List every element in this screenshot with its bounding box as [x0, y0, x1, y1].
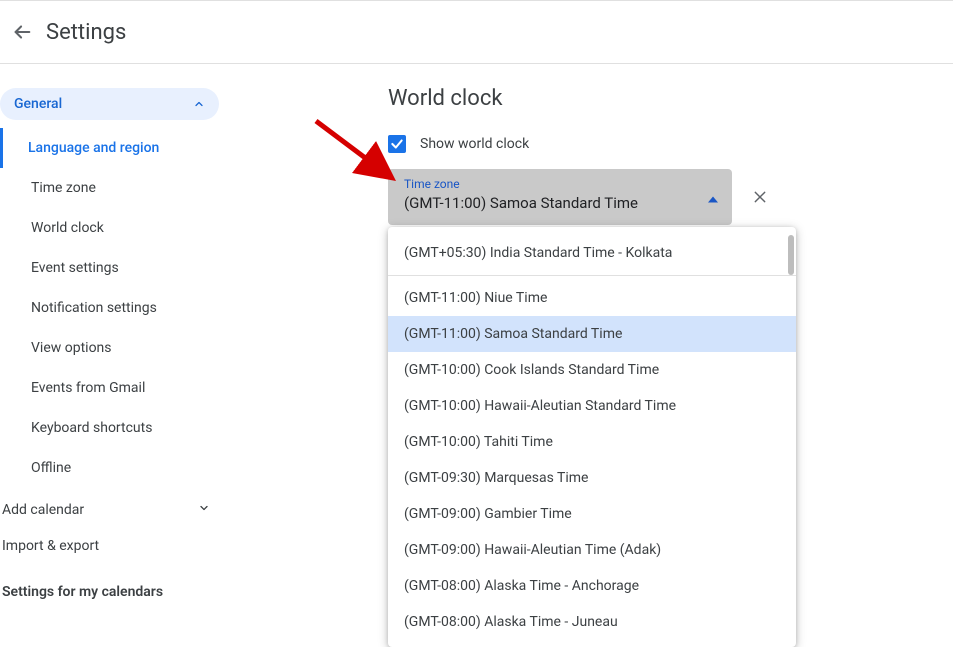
sidebar-item-keyboard-shortcuts[interactable]: Keyboard shortcuts — [0, 408, 222, 448]
menu-item[interactable]: (GMT-09:00) Gambier Time — [388, 496, 796, 532]
menu-item[interactable]: (GMT-09:00) Hawaii-Aleutian Time (Adak) — [388, 532, 796, 568]
sidebar-item-world-clock[interactable]: World clock — [0, 208, 222, 248]
topbar: Settings — [0, 0, 953, 64]
checkbox-label: Show world clock — [420, 136, 529, 152]
menu-item[interactable]: (GMT-11:00) Samoa Standard Time — [388, 316, 796, 352]
timezone-menu: (GMT+05:30) India Standard Time - Kolkat… — [388, 227, 796, 647]
sidebar-item-offline[interactable]: Offline — [0, 448, 222, 488]
arrow-left-icon — [11, 21, 33, 43]
menu-item[interactable]: (GMT-08:00) Alaska Time - Juneau — [388, 604, 796, 640]
sidebar-list: Language and region Time zone World cloc… — [0, 128, 222, 488]
menu-item[interactable]: (GMT-09:30) Marquesas Time — [388, 460, 796, 496]
menu-item[interactable]: (GMT-08:00) Alaska Time - Anchorage — [388, 568, 796, 604]
sidebar-item-notification-settings[interactable]: Notification settings — [0, 288, 222, 328]
scrollbar-thumb[interactable] — [788, 235, 794, 275]
sidebar-item-time-zone[interactable]: Time zone — [0, 168, 222, 208]
dropdown-float-label: Time zone — [404, 177, 692, 191]
sidebar-chip-general[interactable]: General — [0, 88, 219, 120]
chevron-down-icon — [198, 502, 210, 518]
sidebar-item-events-from-gmail[interactable]: Events from Gmail — [0, 368, 222, 408]
page-title: Settings — [46, 20, 126, 45]
close-icon — [752, 189, 768, 205]
check-icon — [390, 137, 404, 151]
sidebar-item-label: Add calendar — [2, 502, 84, 518]
sidebar-item-language-and-region[interactable]: Language and region — [0, 128, 222, 168]
dropdown-value: (GMT-11:00) Samoa Standard Time — [404, 194, 638, 212]
show-world-clock-checkbox[interactable] — [388, 135, 406, 153]
timezone-dropdown[interactable]: Time zone (GMT-11:00) Samoa Standard Tim… — [388, 169, 732, 225]
dropdown-row: Time zone (GMT-11:00) Samoa Standard Tim… — [388, 169, 953, 225]
sidebar-item-add-calendar[interactable]: Add calendar — [0, 488, 210, 524]
remove-timezone-button[interactable] — [748, 185, 772, 209]
section-title: World clock — [388, 86, 953, 111]
sidebar-footer-label: Settings for my calendars — [0, 560, 222, 600]
menu-item[interactable]: (GMT-11:00) Niue Time — [388, 280, 796, 316]
main-layout: General Language and region Time zone Wo… — [0, 64, 953, 629]
menu-item[interactable]: (GMT+05:30) India Standard Time - Kolkat… — [388, 235, 796, 271]
back-button[interactable] — [0, 8, 46, 56]
chevron-up-icon — [193, 98, 205, 110]
sidebar-item-import-export[interactable]: Import & export — [0, 524, 222, 560]
sidebar-item-view-options[interactable]: View options — [0, 328, 222, 368]
checkbox-row: Show world clock — [388, 135, 953, 153]
sidebar: General Language and region Time zone Wo… — [0, 64, 222, 629]
content-pane: World clock Show world clock Time zone (… — [222, 64, 953, 629]
menu-item[interactable]: (GMT-10:00) Tahiti Time — [388, 424, 796, 460]
menu-divider — [388, 275, 796, 276]
sidebar-chip-label: General — [14, 96, 62, 112]
menu-item[interactable]: (GMT-10:00) Cook Islands Standard Time — [388, 352, 796, 388]
menu-item[interactable]: (GMT-10:00) Hawaii-Aleutian Standard Tim… — [388, 388, 796, 424]
caret-up-icon — [708, 188, 718, 207]
sidebar-item-event-settings[interactable]: Event settings — [0, 248, 222, 288]
